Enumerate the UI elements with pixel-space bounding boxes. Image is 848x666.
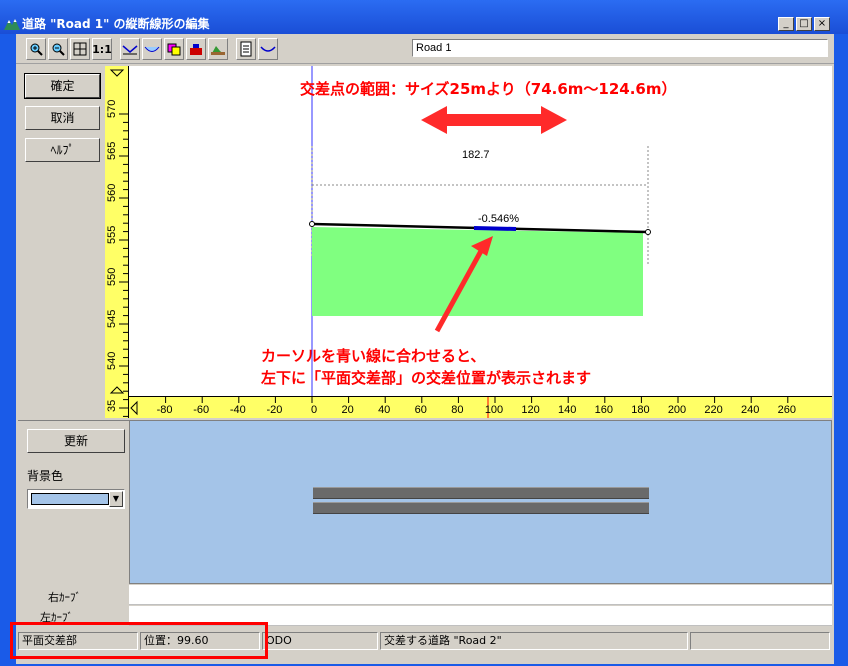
hruler-label: 0 <box>311 404 317 416</box>
road-name-field[interactable]: Road 1 <box>412 39 828 57</box>
hruler-label: -80 <box>157 404 173 416</box>
right-curve-label: 右ｶｰﾌﾞ <box>48 591 81 604</box>
hruler-label: -40 <box>230 404 246 416</box>
zoom-in-button[interactable] <box>26 38 46 60</box>
refresh-button[interactable]: 更新 <box>27 429 125 453</box>
range-annotation: 交差点の範囲：サイズ25mより（74.6m～124.6m） <box>300 80 677 98</box>
hruler-label: 140 <box>558 404 576 416</box>
length-label: 182.7 <box>462 149 490 161</box>
document-button[interactable] <box>236 38 256 60</box>
road-lane-lower <box>313 502 649 514</box>
hint-annotation-line1: カーソルを青い線に合わせると、 <box>261 347 486 365</box>
zoom-out-icon <box>52 43 65 56</box>
horizontal-ruler-graphic: -80 -60 -40 -20 0 20 40 60 80 100 120 140 160 180 200 2… <box>130 397 796 418</box>
status-crossing-road: 交差する道路 "Road 2" <box>380 632 688 650</box>
zoom-in-icon <box>30 43 43 56</box>
color-icon <box>167 43 181 56</box>
hruler-label: -20 <box>266 404 282 416</box>
terrain-icon <box>211 46 225 55</box>
app-icon <box>4 19 20 30</box>
ruler-up-arrow-icon <box>109 69 125 77</box>
bridge-icon <box>190 44 202 55</box>
status-code: ODO <box>262 632 378 650</box>
fit-button[interactable] <box>70 38 90 60</box>
section-icon <box>144 46 160 52</box>
profile-icon <box>122 45 138 55</box>
end-node <box>645 229 651 235</box>
status-highlight-box <box>10 622 268 659</box>
road-lane-upper <box>313 487 649 499</box>
road-icon <box>260 46 276 52</box>
vruler-label: 565 <box>106 142 118 160</box>
window-title: 道路 "Road 1" の縦断線形の編集 <box>22 17 210 31</box>
start-node <box>309 221 315 227</box>
title-bar: 道路 "Road 1" の縦断線形の編集 _ □ × <box>0 0 848 34</box>
vruler-label: 570 <box>106 100 118 118</box>
fit-icon <box>73 42 87 56</box>
app-window: 道路 "Road 1" の縦断線形の編集 _ □ × 1:1 Road 1 確定… <box>0 0 848 666</box>
vruler-label: 560 <box>106 184 118 202</box>
left-button-panel: 確定 取消 ﾍﾙﾌﾟ <box>18 66 105 422</box>
color-button[interactable] <box>164 38 184 60</box>
vruler-label: 555 <box>106 226 118 244</box>
slope-label: -0.546% <box>478 213 519 225</box>
one-to-one-button[interactable]: 1:1 <box>92 38 112 60</box>
chevron-down-icon[interactable]: ▼ <box>109 491 123 507</box>
section-view-button[interactable] <box>142 38 162 60</box>
hruler-label: 240 <box>741 404 759 416</box>
hruler-label: 200 <box>668 404 686 416</box>
intersection-segment <box>473 226 517 231</box>
hruler-label: 120 <box>521 404 539 416</box>
hruler-label: 180 <box>631 404 649 416</box>
hruler-label: 80 <box>451 404 463 416</box>
hruler-label: 260 <box>778 404 796 416</box>
hruler-label: 160 <box>595 404 613 416</box>
bg-color-swatch <box>31 493 109 505</box>
plan-view-canvas[interactable] <box>129 420 832 584</box>
close-button[interactable]: × <box>814 17 830 31</box>
hruler-label: 220 <box>704 404 722 416</box>
hruler-label: 100 <box>485 404 503 416</box>
zoom-out-button[interactable] <box>48 38 68 60</box>
hruler-label: 20 <box>341 404 353 416</box>
terrain-button[interactable] <box>208 38 228 60</box>
vertical-ruler-graphic: 570 565 560 555 550 545 540 35 <box>106 69 128 417</box>
document-icon <box>240 41 252 57</box>
cancel-button[interactable]: 取消 <box>25 106 100 130</box>
ruler-left-arrow-icon <box>130 400 138 416</box>
ruler-down-arrow-icon <box>109 386 125 394</box>
confirm-button[interactable]: 確定 <box>24 73 101 99</box>
hruler-label: 40 <box>378 404 390 416</box>
road-button[interactable] <box>258 38 278 60</box>
hruler-label: -60 <box>193 404 209 416</box>
bg-color-label: 背景色 <box>27 469 64 483</box>
toolbar: 1:1 Road 1 <box>16 34 834 64</box>
bg-color-select[interactable]: ▼ <box>27 489 125 509</box>
plan-options-panel: 更新 背景色 ▼ <box>18 420 129 584</box>
double-arrow-graphic <box>421 106 567 134</box>
minimize-button[interactable]: _ <box>778 17 794 31</box>
hruler-label: 60 <box>415 404 427 416</box>
hint-annotation-line2: 左下に「平面交差部」の交差位置が表示されます <box>261 369 592 387</box>
help-button[interactable]: ﾍﾙﾌﾟ <box>25 138 100 162</box>
fill-region <box>312 227 643 316</box>
bridge-button[interactable] <box>186 38 206 60</box>
horizontal-ruler[interactable]: -80 -60 -40 -20 0 20 40 60 80 100 120 140 160 180 200 2… <box>129 396 832 418</box>
vruler-label: 540 <box>106 352 118 370</box>
vruler-label: 550 <box>106 268 118 286</box>
vertical-ruler[interactable]: 570 565 560 555 550 545 540 35 <box>105 66 129 418</box>
vruler-label: 35 <box>106 400 118 412</box>
maximize-button[interactable]: □ <box>796 17 812 31</box>
right-curve-track[interactable] <box>129 585 832 605</box>
vruler-label: 545 <box>106 310 118 328</box>
status-empty <box>690 632 830 650</box>
profile-view-button[interactable] <box>120 38 140 60</box>
